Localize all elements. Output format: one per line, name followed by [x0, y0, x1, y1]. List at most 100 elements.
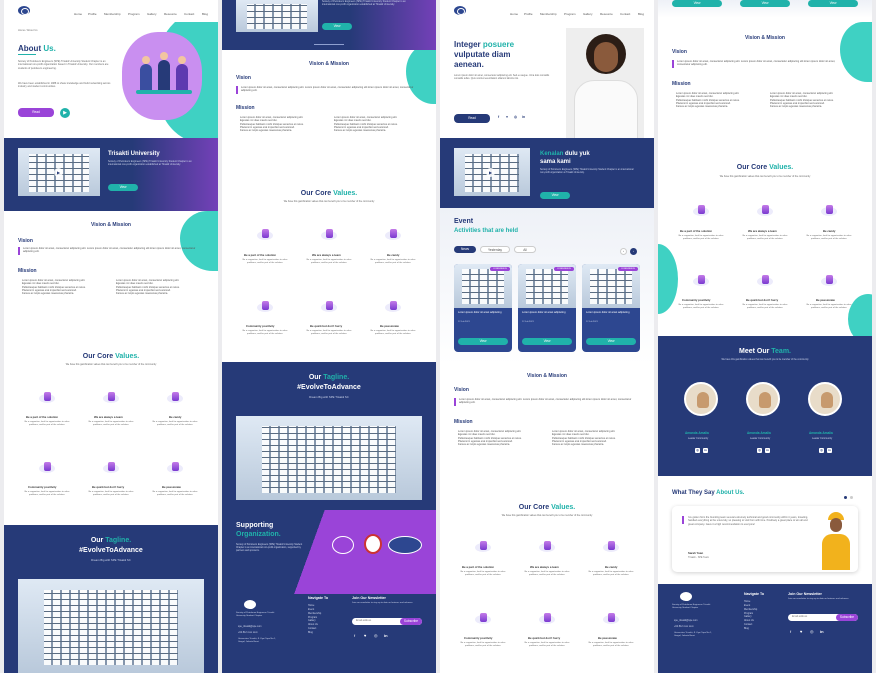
vm-title: Vision & Mission: [745, 35, 785, 41]
nav-resource[interactable]: Resource: [164, 12, 177, 16]
nav-gallery[interactable]: Gallery: [147, 12, 157, 16]
linkedin-icon[interactable]: in: [384, 633, 388, 639]
nav-program[interactable]: Program: [128, 12, 140, 16]
footer-email[interactable]: spe_trisakti@spe.com: [238, 625, 262, 629]
subscribe-button[interactable]: Subscribe: [400, 618, 422, 625]
instagram-icon[interactable]: ◎: [810, 629, 814, 635]
footer-link[interactable]: Blog: [744, 627, 774, 631]
core-values-section: Our Core Values. We have this gamificati…: [440, 494, 654, 673]
value-label: Be quick but don't hurry: [746, 298, 779, 302]
instagram-icon[interactable]: ◎: [695, 448, 700, 453]
linkedin-icon[interactable]: in: [827, 448, 832, 453]
next-arrow-icon[interactable]: ›: [630, 248, 637, 255]
subscribe-button[interactable]: Subscribe: [836, 614, 858, 621]
event-view-button[interactable]: View: [586, 338, 636, 345]
event-subtitle: Activities that are held: [454, 228, 519, 234]
event-view-button[interactable]: View: [458, 338, 508, 345]
event-card[interactable]: CONFERENCE Lorem ipsum dolor sit amet ad…: [518, 264, 576, 352]
value-label: Be a part of the solution: [244, 253, 277, 257]
instagram-icon[interactable]: ◎: [374, 633, 378, 639]
read-button[interactable]: Read: [18, 108, 54, 117]
nav-contact[interactable]: Contact: [620, 12, 630, 16]
nav-profile[interactable]: Profile: [88, 12, 97, 16]
twitter-icon[interactable]: ♥: [800, 629, 802, 635]
video-play-icon[interactable]: ▶: [54, 168, 63, 177]
linkedin-icon[interactable]: in: [765, 448, 770, 453]
linkedin-icon[interactable]: in: [820, 629, 824, 635]
twitter-icon[interactable]: ♥: [364, 633, 366, 639]
value-desc: Be a supportive, look for opportunities …: [678, 235, 724, 240]
event-cards-tail: View View View: [658, 0, 872, 18]
event-view-button[interactable]: View: [672, 0, 722, 7]
kenalan-section: ▶ Kenalan dulu yuk sama kami Society of …: [440, 138, 654, 208]
slider-dot[interactable]: [850, 496, 853, 499]
event-view-button[interactable]: View: [740, 0, 790, 7]
event-card[interactable]: CONFERENCE Lorem ipsum dolor sit amet ad…: [454, 264, 512, 352]
nav-blog[interactable]: Blog: [638, 12, 644, 16]
hero-facebook-icon[interactable]: f: [498, 115, 499, 120]
value-desc: Be a supportive, look for opportunities …: [24, 491, 70, 496]
tab-yesterday[interactable]: Yesterday: [480, 246, 510, 253]
facebook-icon[interactable]: f: [790, 629, 791, 635]
prev-arrow-icon[interactable]: ‹: [620, 248, 627, 255]
tab-news[interactable]: News: [454, 246, 476, 253]
play-icon[interactable]: ▶: [60, 108, 70, 118]
event-view-button[interactable]: View: [808, 0, 858, 7]
slider-dot[interactable]: [844, 496, 847, 499]
nav-program[interactable]: Program: [564, 12, 576, 16]
instagram-icon[interactable]: ◎: [757, 448, 762, 453]
event-tag: CONFERENCE: [554, 267, 574, 271]
hero-read-button[interactable]: Read: [454, 114, 490, 123]
slider-dots: [314, 44, 344, 45]
value-label: Be passionate: [162, 485, 181, 489]
tagline-caption: Dream Big with SPE Trisakti SC: [91, 558, 131, 562]
vision-text: Lorem ipsum dolor sit amet, consectetur …: [23, 247, 196, 254]
vision-bar: [672, 60, 674, 68]
nav-home[interactable]: Home: [510, 12, 518, 16]
hero-linkedin-icon[interactable]: in: [522, 115, 525, 120]
footer-link[interactable]: Blog: [308, 631, 338, 635]
nav-contact[interactable]: Contact: [184, 12, 194, 16]
value-desc: Be a supportive, look for opportunities …: [742, 235, 788, 240]
navbar: Home Profile Membership Program Gallery …: [4, 0, 218, 22]
event-view-button[interactable]: View: [522, 338, 572, 345]
tagline-hashtag: #EvolveToAdvance: [79, 547, 143, 554]
footer-email[interactable]: spe_trisakti@spe.com: [674, 619, 698, 623]
nav-membership[interactable]: Membership: [104, 12, 121, 16]
facebook-icon[interactable]: f: [354, 633, 355, 639]
video-play-icon[interactable]: ▶: [486, 168, 495, 177]
footer-phone[interactable]: +62 812 xxxx xxxx: [238, 631, 258, 635]
tab-all[interactable]: All: [514, 246, 536, 253]
core-values-section: Our Core Values. We have this gamificati…: [658, 144, 872, 336]
hero-title-line3: aenean.: [454, 60, 484, 69]
nav-resource[interactable]: Resource: [600, 12, 613, 16]
value-desc: Be a supportive, look for opportunities …: [242, 259, 288, 264]
nav-gallery[interactable]: Gallery: [583, 12, 593, 16]
campus-section: ▶ Trisakti University Society of Petrole…: [4, 138, 218, 211]
linkedin-icon[interactable]: in: [703, 448, 708, 453]
campus-image: [236, 0, 318, 32]
team-icon: [321, 228, 337, 242]
about-paragraph-2: We have been established in 1988 to shar…: [18, 82, 111, 89]
value-desc: Be a supportive, look for opportunities …: [806, 235, 852, 240]
instagram-icon[interactable]: ◎: [819, 448, 824, 453]
value-desc: Be a supportive, look for opportunities …: [524, 642, 570, 647]
event-card-title: Lorem ipsum dolor sit amet adipiscing: [586, 311, 630, 314]
value-label: Community positivity: [464, 636, 493, 640]
hero-instagram-icon[interactable]: ◎: [514, 115, 517, 120]
spe-logo[interactable]: [454, 6, 466, 15]
kenalan-desc: Society of Petroleum Engineers (SPE) Tri…: [540, 169, 634, 175]
nav-membership[interactable]: Membership: [540, 12, 557, 16]
nav-blog[interactable]: Blog: [202, 12, 208, 16]
campus-view-button[interactable]: View: [108, 184, 138, 191]
nav-home[interactable]: Home: [74, 12, 82, 16]
tagline-section: Our Tagline. #EvolveToAdvance Dream Big …: [222, 362, 436, 510]
spe-logo[interactable]: [18, 6, 30, 15]
campus-view-button[interactable]: View: [322, 23, 352, 30]
teal-blob: [840, 22, 872, 82]
kenalan-view-button[interactable]: View: [540, 192, 570, 199]
nav-profile[interactable]: Profile: [524, 12, 533, 16]
event-card[interactable]: CONFERENCE Lorem ipsum dolor sit amet ad…: [582, 264, 640, 352]
hero-twitter-icon[interactable]: ♥: [506, 115, 508, 120]
footer-phone[interactable]: +62 812 xxxx xxxx: [674, 625, 694, 629]
